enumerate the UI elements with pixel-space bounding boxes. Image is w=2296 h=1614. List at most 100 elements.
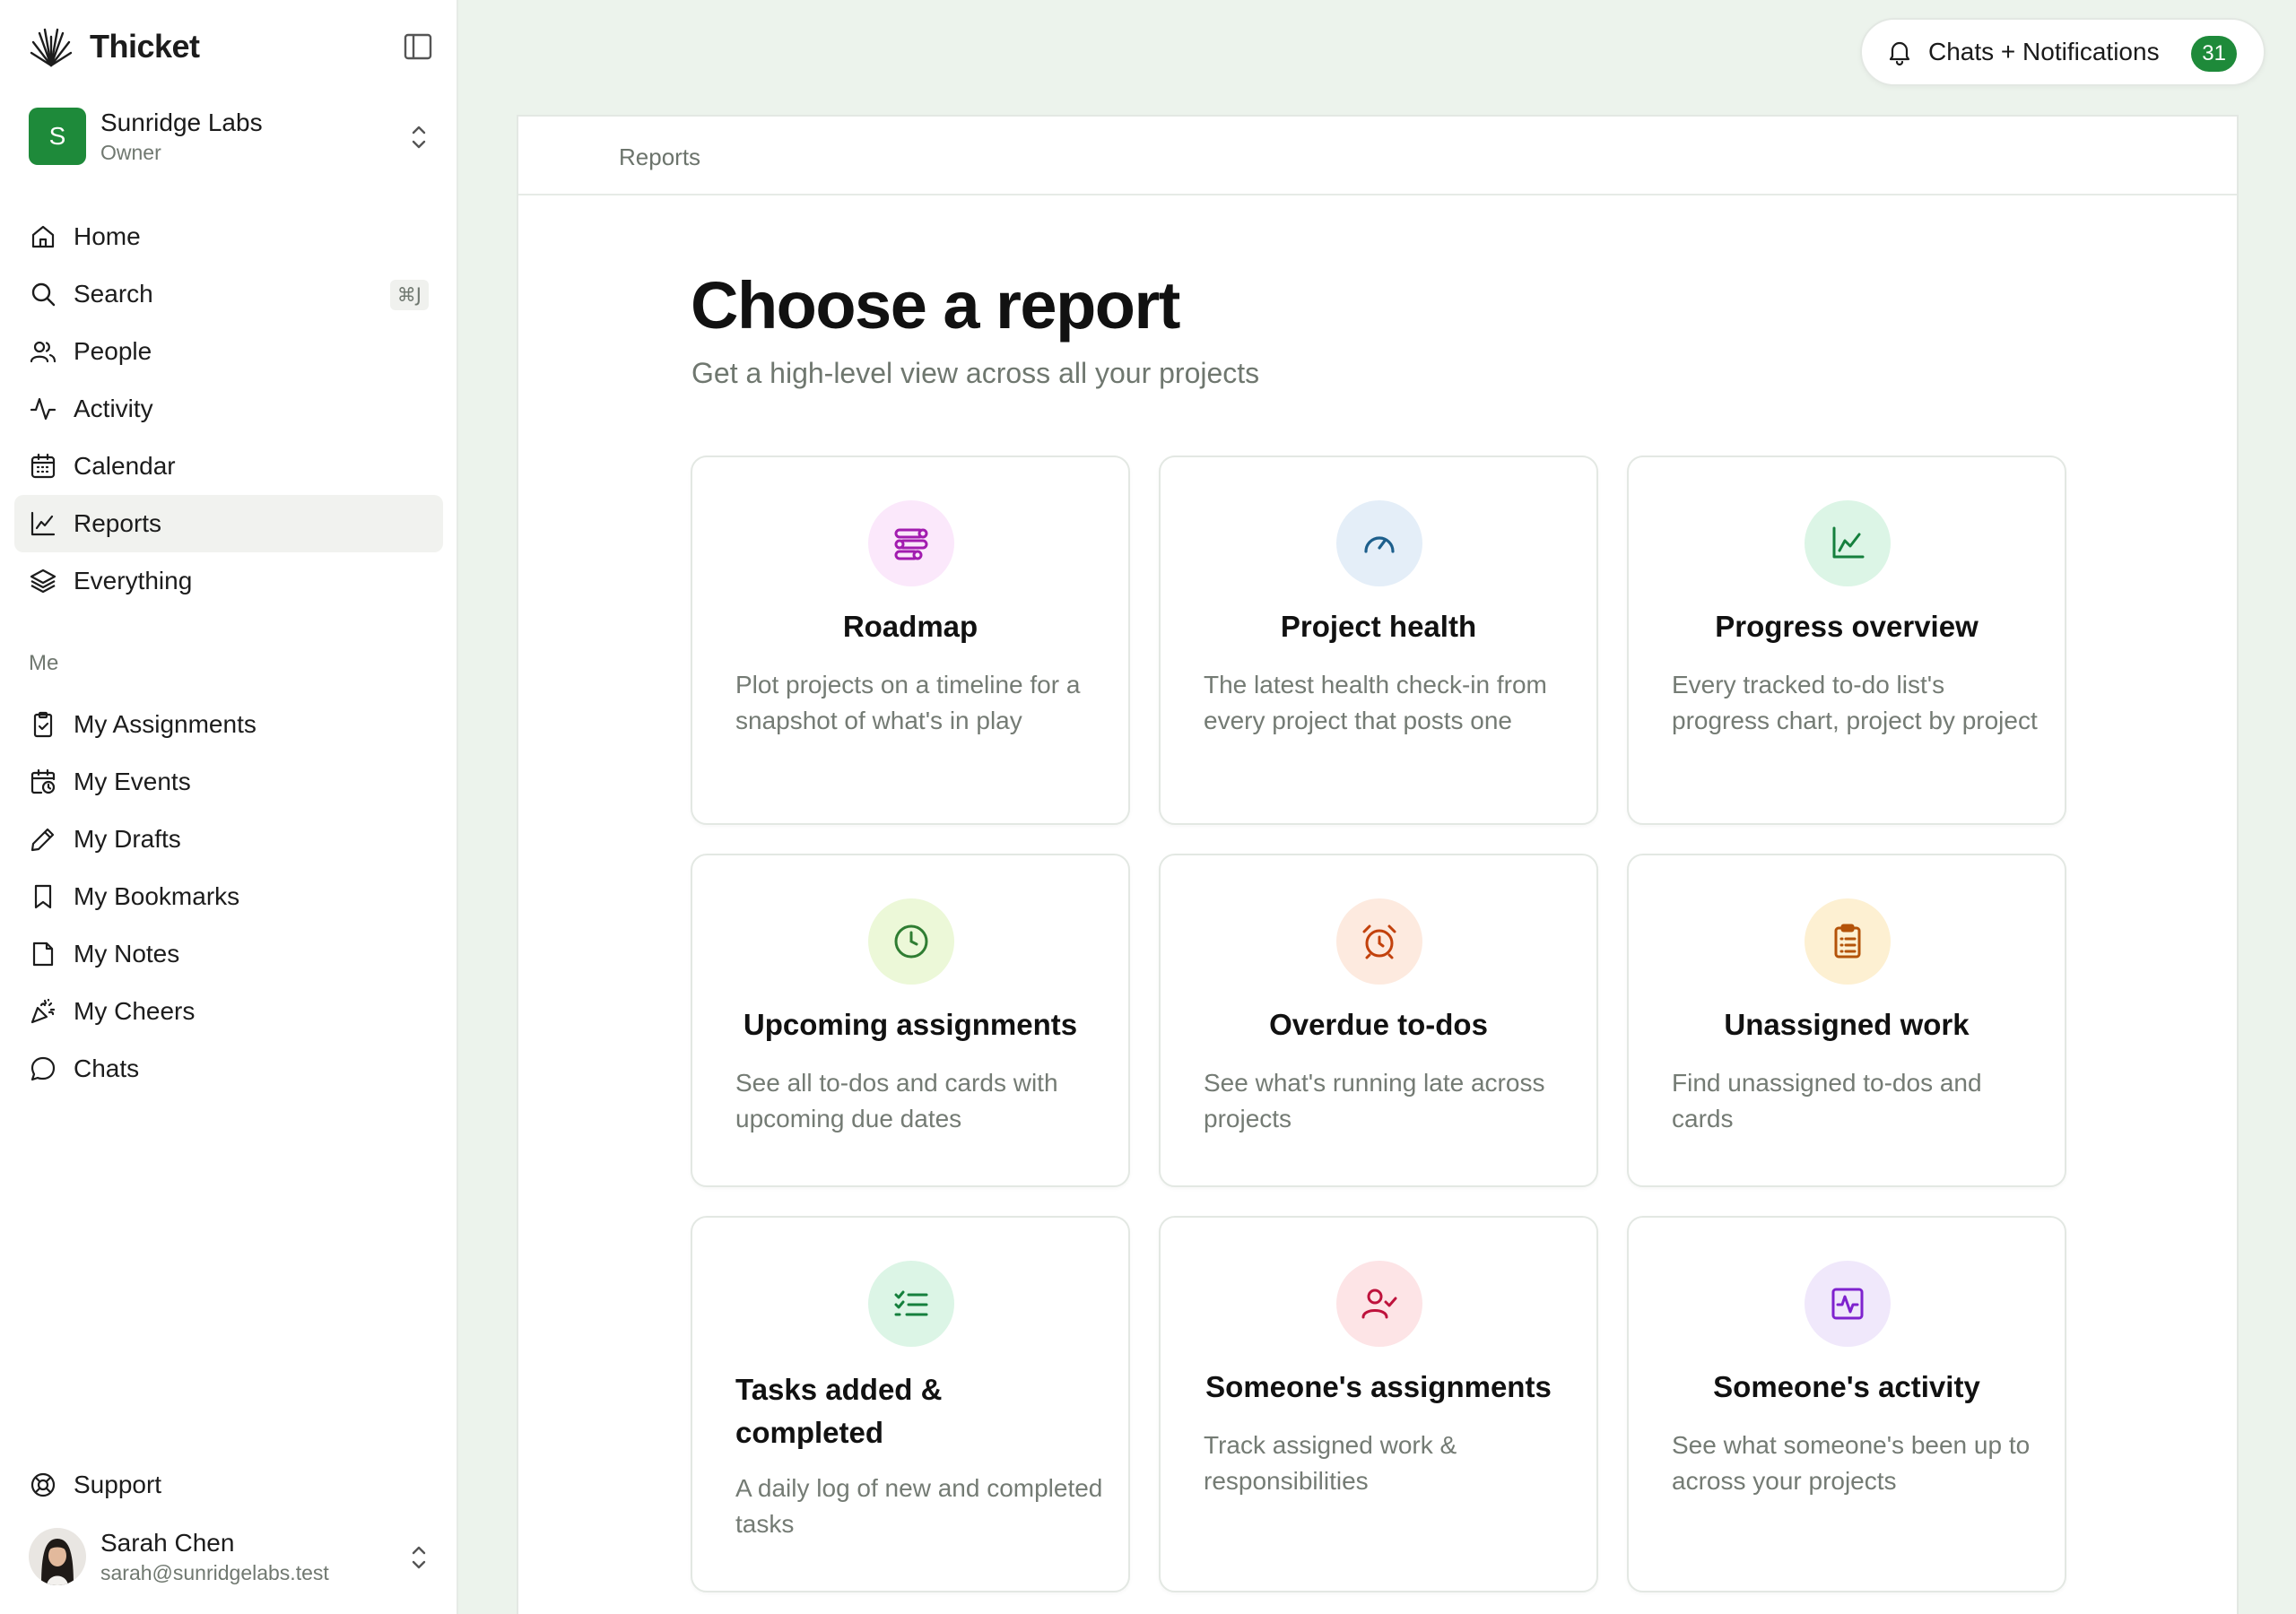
nav-label: My Drafts bbox=[74, 825, 181, 853]
nav-label: My Bookmarks bbox=[74, 882, 240, 910]
report-card-someones-assignments[interactable]: Someone's assignments Track assigned wor… bbox=[1159, 1216, 1598, 1592]
nav-item-people[interactable]: People bbox=[14, 323, 443, 380]
card-description: Every tracked to-do list's progress char… bbox=[1672, 671, 2038, 734]
gauge-icon bbox=[1364, 536, 1395, 553]
nav-label: My Cheers bbox=[74, 997, 196, 1025]
workspace-name: Sunridge Labs bbox=[100, 108, 263, 136]
report-card-upcoming-assignments[interactable]: Upcoming assignments See all to-dos and … bbox=[691, 854, 1130, 1187]
user-menu[interactable]: Sarah Chen sarah@sunridgelabs.test bbox=[29, 1524, 432, 1589]
nav-label: My Events bbox=[74, 768, 191, 795]
sidebar-toggle-button[interactable] bbox=[400, 32, 436, 61]
nav-item-activity[interactable]: Activity bbox=[14, 380, 443, 438]
nav-item-calendar[interactable]: Calendar bbox=[14, 438, 443, 495]
nav-label: Calendar bbox=[74, 452, 176, 480]
nav-item-reports[interactable]: Reports bbox=[14, 495, 443, 552]
card-description: Plot projects on a timeline for a snapsh… bbox=[735, 671, 1081, 734]
activity-square-icon bbox=[1831, 1288, 1864, 1320]
people-icon bbox=[30, 341, 57, 363]
calendar-icon bbox=[30, 453, 56, 479]
card-description: The latest health check-in from every pr… bbox=[1204, 671, 1547, 734]
nav-label: Support bbox=[74, 1471, 162, 1498]
route-icon bbox=[894, 528, 928, 560]
lifebuoy-icon bbox=[30, 1472, 56, 1497]
main-nav: Home Search ⌘J People Activity Calendar … bbox=[14, 208, 443, 610]
nav-item-home[interactable]: Home bbox=[14, 208, 443, 265]
card-icon-wrap bbox=[868, 500, 954, 586]
nav-label: Activity bbox=[74, 395, 153, 422]
card-description: See what someone's been up to across you… bbox=[1672, 1431, 2031, 1495]
user-email: sarah@sunridgelabs.test bbox=[100, 1560, 329, 1584]
nav-label: Search bbox=[74, 280, 153, 308]
card-icon-wrap bbox=[1336, 1261, 1422, 1347]
nav-label: Home bbox=[74, 222, 141, 250]
clock-icon bbox=[894, 924, 928, 959]
report-card-someones-activity[interactable]: Someone's activity See what someone's be… bbox=[1627, 1216, 2066, 1592]
clipboard-list-icon bbox=[1834, 924, 1861, 959]
thicket-logo-icon bbox=[30, 28, 73, 67]
card-title: Overdue to-dos bbox=[1269, 1008, 1488, 1041]
note-icon bbox=[32, 941, 54, 967]
report-card-roadmap[interactable]: Roadmap Plot projects on a timeline for … bbox=[691, 456, 1130, 825]
list-checks-icon bbox=[894, 1290, 928, 1316]
chevron-up-down-icon bbox=[412, 126, 426, 149]
brand-name: Thicket bbox=[90, 28, 200, 65]
nav-item-my-drafts[interactable]: My Drafts bbox=[14, 811, 443, 868]
nav-label: Everything bbox=[74, 567, 193, 594]
chart-icon bbox=[30, 511, 56, 536]
card-title: Project health bbox=[1280, 610, 1477, 643]
clipboard-icon bbox=[33, 711, 53, 738]
user-check-icon bbox=[1361, 1289, 1397, 1319]
card-description: See what's running late across projects bbox=[1204, 1069, 1545, 1132]
card-title: Upcoming assignments bbox=[743, 1008, 1078, 1041]
report-card-project-health[interactable]: Project health The latest health check-i… bbox=[1159, 456, 1598, 825]
breadcrumb[interactable]: Reports bbox=[619, 143, 700, 171]
card-title: Roadmap bbox=[842, 610, 978, 643]
nav-item-chats[interactable]: Chats bbox=[14, 1040, 443, 1098]
card-icon-wrap bbox=[868, 898, 954, 985]
me-nav: My Assignments My Events My Drafts My Bo… bbox=[14, 696, 443, 1098]
notifications-count-badge: 31 bbox=[2191, 36, 2237, 72]
report-card-progress-overview[interactable]: Progress overview Every tracked to-do li… bbox=[1627, 456, 2066, 825]
nav-item-my-events[interactable]: My Events bbox=[14, 753, 443, 811]
nav-item-my-notes[interactable]: My Notes bbox=[14, 925, 443, 983]
report-card-overdue-todos[interactable]: Overdue to-dos See what's running late a… bbox=[1159, 854, 1598, 1187]
activity-icon bbox=[30, 397, 57, 421]
brand[interactable]: Thicket bbox=[29, 23, 200, 70]
card-icon-wrap bbox=[1805, 500, 1891, 586]
nav-item-my-cheers[interactable]: My Cheers bbox=[14, 983, 443, 1040]
report-card-unassigned-work[interactable]: Unassigned work Find unassigned to-dos a… bbox=[1627, 854, 2066, 1187]
card-description: Find unassigned to-dos and cards bbox=[1672, 1069, 1982, 1132]
report-card-tasks-added-completed[interactable]: Tasks added & completed A daily log of n… bbox=[691, 1216, 1130, 1592]
card-description: See all to-dos and cards with upcoming d… bbox=[735, 1069, 1058, 1132]
home-icon bbox=[31, 225, 55, 248]
nav-label: Chats bbox=[74, 1054, 140, 1082]
support-section: Support bbox=[14, 1456, 443, 1514]
chevron-up-down-icon bbox=[412, 1546, 426, 1569]
nav-item-my-bookmarks[interactable]: My Bookmarks bbox=[14, 868, 443, 925]
search-icon bbox=[31, 282, 56, 307]
nav-item-my-assignments[interactable]: My Assignments bbox=[14, 696, 443, 753]
panel-header: Reports bbox=[518, 117, 2237, 195]
bookmark-icon bbox=[34, 884, 52, 909]
card-description: Track assigned work & responsibilities bbox=[1204, 1431, 1457, 1495]
sidebar: Thicket S Sunridge Labs Owner Home Searc… bbox=[0, 0, 458, 1614]
nav-label: People bbox=[74, 337, 152, 365]
pencil-icon bbox=[30, 828, 55, 852]
card-title: Someone's activity bbox=[1713, 1370, 1980, 1403]
section-label-me: Me bbox=[29, 651, 59, 675]
card-icon-wrap bbox=[1805, 898, 1891, 985]
card-title: Progress overview bbox=[1715, 610, 1979, 643]
nav-item-search[interactable]: Search ⌘J bbox=[14, 265, 443, 323]
card-icon-wrap bbox=[1336, 898, 1422, 985]
workspace-switcher[interactable]: S Sunridge Labs Owner bbox=[29, 104, 432, 169]
card-title: Tasks added & completed bbox=[735, 1373, 943, 1449]
nav-item-support[interactable]: Support bbox=[14, 1456, 443, 1514]
nav-label: My Assignments bbox=[74, 710, 257, 738]
notifications-label: Chats + Notifications bbox=[1928, 38, 2160, 65]
chats-notifications-button[interactable]: Chats + Notifications 31 bbox=[1860, 18, 2266, 86]
card-title: Unassigned work bbox=[1724, 1008, 1970, 1041]
layers-icon bbox=[30, 568, 57, 594]
nav-item-everything[interactable]: Everything bbox=[14, 552, 443, 610]
card-icon-wrap bbox=[868, 1261, 954, 1347]
chat-bubble-icon bbox=[30, 1056, 56, 1081]
